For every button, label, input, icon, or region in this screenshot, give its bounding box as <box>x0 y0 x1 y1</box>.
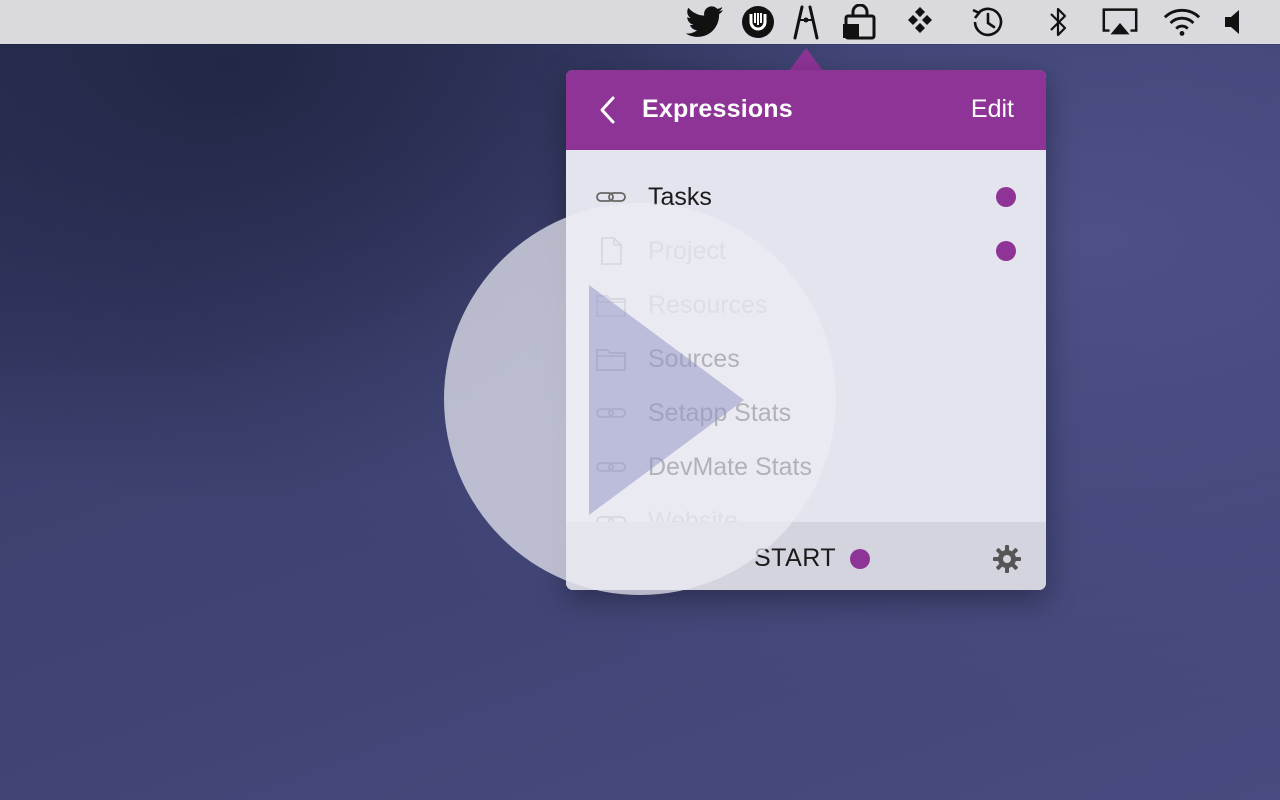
popover-arrow <box>788 48 824 72</box>
active-status-dot <box>996 241 1016 261</box>
edit-button[interactable]: Edit <box>971 95 1014 124</box>
active-status-dot <box>996 187 1016 207</box>
popover-header: Expressions Edit <box>566 70 1046 150</box>
menu-bar <box>0 0 1280 44</box>
settings-button[interactable] <box>990 542 1024 576</box>
gear-icon <box>993 545 1021 573</box>
back-button[interactable] <box>592 92 622 128</box>
time-machine-icon[interactable] <box>968 4 1008 40</box>
popover-title: Expressions <box>642 95 793 123</box>
play-video-button[interactable] <box>444 203 836 595</box>
chevron-left-icon <box>600 96 615 124</box>
bluetooth-icon[interactable] <box>1038 4 1078 40</box>
shield-logo-icon[interactable] <box>738 4 778 40</box>
start-button[interactable]: START <box>754 544 871 573</box>
twitter-icon[interactable] <box>685 4 725 40</box>
play-icon <box>589 285 744 515</box>
wifi-icon[interactable] <box>1162 4 1202 40</box>
diamond-grid-icon[interactable] <box>900 4 940 40</box>
pliers-icon[interactable] <box>786 4 826 40</box>
lock-bag-icon[interactable] <box>840 4 880 40</box>
start-status-dot <box>850 548 871 569</box>
airplay-icon[interactable] <box>1100 4 1140 40</box>
volume-icon[interactable] <box>1214 4 1254 40</box>
